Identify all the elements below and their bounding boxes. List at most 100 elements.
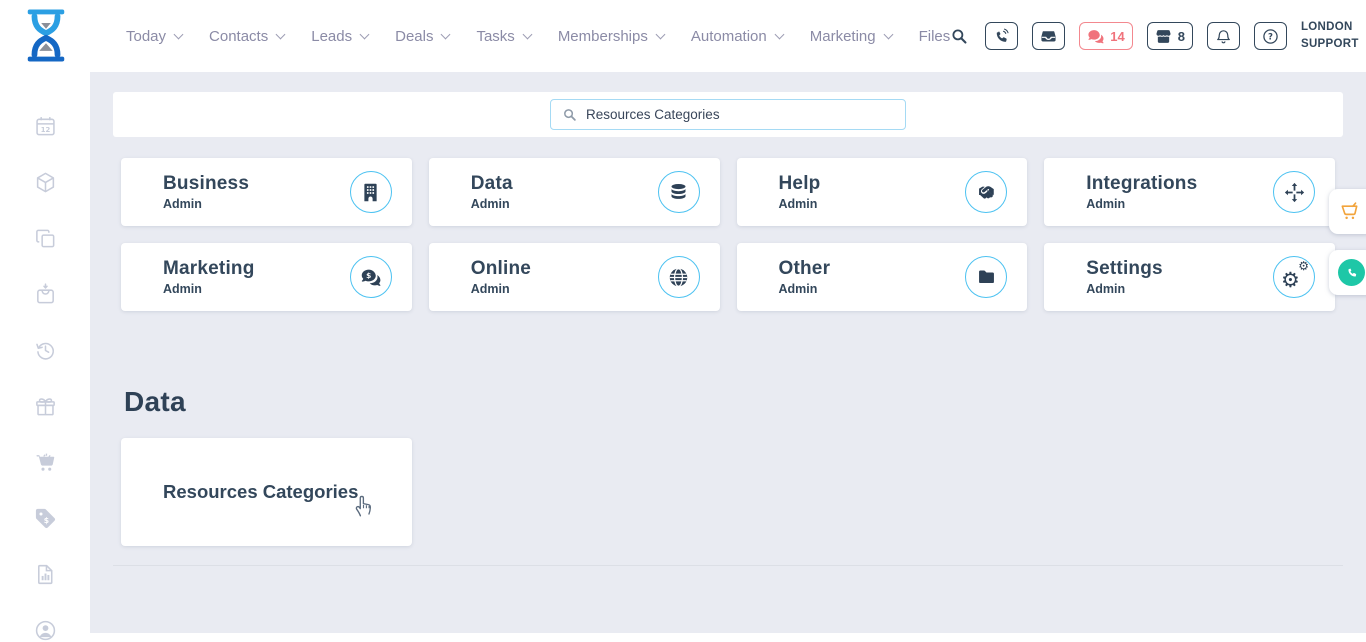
question-icon: ? [1262, 28, 1279, 45]
account-name-line1: LONDON [1301, 19, 1359, 36]
category-card-icon-circle [965, 256, 1007, 298]
nav-item-tasks[interactable]: Tasks [476, 28, 530, 45]
globe-icon [668, 267, 689, 288]
sidebar-item-price-tag-icon[interactable]: $ [34, 507, 57, 530]
folder-icon [976, 267, 997, 288]
inbox-button[interactable] [1032, 22, 1065, 50]
nav-item-label: Automation [691, 28, 767, 45]
chevron-down-icon [522, 29, 532, 39]
move-icon [1284, 182, 1305, 203]
comment-dollar-icon: $ [360, 267, 381, 288]
category-card-icon-circle [658, 171, 700, 213]
nav-item-label: Marketing [810, 28, 876, 45]
help-button[interactable]: ? [1254, 22, 1287, 50]
sidebar-item-account-icon[interactable] [34, 619, 57, 642]
chevron-down-icon [441, 29, 451, 39]
category-card-business[interactable]: BusinessAdmin [121, 158, 412, 226]
chevron-down-icon [276, 29, 286, 39]
main-nav: Today Contacts Leads Deals Tasks Memberships A… [126, 28, 950, 45]
chevron-down-icon [774, 29, 784, 39]
topbar-actions: 14 8? LONDON SUPPORT [950, 19, 1366, 52]
nav-item-label: Tasks [476, 28, 514, 45]
svg-text:12: 12 [40, 126, 50, 134]
cart-orange-icon [1338, 200, 1361, 223]
sidebar-item-cart-icon[interactable] [34, 451, 57, 474]
nav-item-automation[interactable]: Automation [691, 28, 783, 45]
whatsapp-widget[interactable] [1329, 250, 1366, 295]
database-icon [668, 182, 689, 203]
category-card-icon-circle [1273, 171, 1315, 213]
nav-item-label: Leads [311, 28, 352, 45]
svg-text:?: ? [1268, 32, 1273, 42]
category-card-icon-circle [965, 171, 1007, 213]
category-search-box[interactable] [550, 99, 906, 130]
account-name: LONDON SUPPORT [1301, 19, 1359, 52]
chevron-down-icon [360, 29, 370, 39]
chats-button[interactable]: 14 [1079, 22, 1132, 50]
chevron-down-icon [883, 29, 893, 39]
bell-icon [1215, 28, 1232, 45]
phone-button[interactable] [985, 22, 1018, 50]
sidebar-item-copy-icon[interactable] [34, 227, 57, 250]
svg-text:$: $ [43, 516, 48, 525]
main-content: BusinessAdminDataAdminHelpAdminIntegrati… [90, 72, 1366, 633]
nav-item-files[interactable]: Files [919, 28, 951, 45]
category-card-marketing[interactable]: MarketingAdmin$ [121, 243, 412, 311]
inbox-icon [1040, 28, 1057, 45]
top-bar: Today Contacts Leads Deals Tasks Memberships A… [0, 0, 1366, 72]
nav-item-label: Contacts [209, 28, 268, 45]
sidebar-item-calendar-icon[interactable]: 12 [34, 115, 57, 138]
sidebar-item-gift-icon[interactable] [34, 395, 57, 418]
section-heading: Data [124, 386, 1343, 418]
category-card-icon-circle [350, 171, 392, 213]
chevron-down-icon [174, 29, 184, 39]
building-icon [360, 182, 381, 203]
nav-item-memberships[interactable]: Memberships [558, 28, 664, 45]
svg-text:$: $ [366, 271, 371, 280]
category-card-icon-circle: ⚙⚙ [1273, 256, 1315, 298]
left-sidebar: 12 $ [0, 72, 90, 633]
category-cards-grid: BusinessAdminDataAdminHelpAdminIntegrati… [121, 158, 1335, 311]
category-card-icon-circle: $ [350, 256, 392, 298]
category-card-online[interactable]: OnlineAdmin [429, 243, 720, 311]
sidebar-item-package-icon[interactable] [34, 171, 57, 194]
handshake-icon [976, 182, 997, 203]
search-strip [113, 92, 1343, 137]
notifications-button[interactable] [1207, 22, 1240, 50]
store-count-badge: 8 [1178, 29, 1185, 44]
account-name-line2: SUPPORT [1301, 36, 1359, 53]
resources-categories-label: Resources Categories [163, 481, 358, 503]
search-icon[interactable] [950, 27, 968, 45]
cart-widget[interactable] [1329, 189, 1366, 234]
sidebar-item-report-icon[interactable] [34, 563, 57, 586]
phone-icon [993, 28, 1010, 45]
chats-count-badge: 14 [1110, 29, 1124, 44]
chevron-down-icon [655, 29, 665, 39]
category-card-data[interactable]: DataAdmin [429, 158, 720, 226]
category-search-input[interactable] [586, 107, 894, 122]
app-logo[interactable] [21, 8, 71, 63]
nav-item-contacts[interactable]: Contacts [209, 28, 284, 45]
chat-icon [1087, 28, 1104, 45]
nav-item-label: Files [919, 28, 951, 45]
category-card-icon-circle [658, 256, 700, 298]
resources-categories-card[interactable]: Resources Categories [121, 438, 412, 546]
nav-item-label: Deals [395, 28, 433, 45]
store-button[interactable]: 8 [1147, 22, 1193, 50]
phone-circle-icon [1338, 259, 1365, 286]
search-icon [562, 107, 577, 122]
category-card-other[interactable]: OtherAdmin [737, 243, 1028, 311]
nav-item-today[interactable]: Today [126, 28, 182, 45]
nav-item-leads[interactable]: Leads [311, 28, 368, 45]
category-card-help[interactable]: HelpAdmin [737, 158, 1028, 226]
sidebar-item-history-icon[interactable] [34, 339, 57, 362]
divider [113, 565, 1343, 566]
category-card-integrations[interactable]: IntegrationsAdmin [1044, 158, 1335, 226]
category-card-settings[interactable]: SettingsAdmin⚙⚙ [1044, 243, 1335, 311]
sidebar-item-bag-icon[interactable] [34, 283, 57, 306]
nav-item-label: Today [126, 28, 166, 45]
nav-item-marketing[interactable]: Marketing [810, 28, 892, 45]
nav-item-label: Memberships [558, 28, 648, 45]
nav-item-deals[interactable]: Deals [395, 28, 449, 45]
pointer-cursor-icon [350, 489, 377, 518]
